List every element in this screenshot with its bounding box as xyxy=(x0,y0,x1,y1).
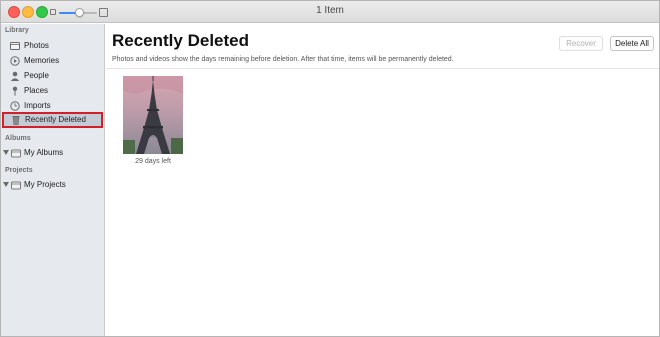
sidebar-item-label: Photos xyxy=(24,41,49,50)
sidebar-item-label: Memories xyxy=(24,56,60,65)
projects-section-header: Projects xyxy=(5,167,33,174)
sidebar-item-places[interactable]: Places xyxy=(1,83,104,99)
recover-button[interactable]: Recover xyxy=(559,36,603,51)
page-title: Recently Deleted xyxy=(112,31,249,50)
photo-thumbnail[interactable] xyxy=(123,76,183,154)
title-bar: 1 Item xyxy=(1,1,659,23)
disclosure-triangle-icon[interactable] xyxy=(3,182,9,187)
disclosure-triangle-icon[interactable] xyxy=(3,150,9,155)
places-icon xyxy=(12,86,18,96)
sidebar-item-label: Places xyxy=(24,86,49,95)
window-title: 1 Item xyxy=(316,5,344,16)
memories-icon xyxy=(10,56,20,66)
sidebar-item-label: My Albums xyxy=(24,148,64,157)
sidebar-item-label: Imports xyxy=(24,101,51,110)
sidebar-item-label: My Projects xyxy=(24,180,66,189)
people-icon xyxy=(10,71,20,81)
sidebar-item-photos[interactable]: Photos xyxy=(1,38,104,54)
main-content: Recently Deleted Recover Delete All Phot… xyxy=(106,24,659,336)
eiffel-tower-photo xyxy=(123,76,183,154)
header-divider xyxy=(106,68,659,69)
imports-icon xyxy=(10,101,20,111)
sidebar-item-memories[interactable]: Memories xyxy=(1,53,104,69)
photos-window: 1 Item Library Photos Memories People Pl… xyxy=(0,0,660,337)
trash-icon xyxy=(12,116,20,125)
sidebar-item-label: People xyxy=(24,71,49,80)
photos-icon xyxy=(10,42,20,50)
page-description: Photos and videos show the days remainin… xyxy=(112,56,454,63)
sidebar-item-people[interactable]: People xyxy=(1,68,104,84)
folder-icon xyxy=(11,181,21,190)
albums-section-header: Albums xyxy=(5,135,31,142)
days-left-caption: 29 days left xyxy=(135,158,171,165)
sidebar-item-label: Recently Deleted xyxy=(25,115,86,124)
folder-icon xyxy=(11,149,21,158)
library-section-header: Library xyxy=(5,27,29,34)
sidebar-item-recently-deleted[interactable]: Recently Deleted xyxy=(2,112,103,128)
sidebar-item-my-projects[interactable]: My Projects xyxy=(1,177,104,193)
sidebar-item-my-albums[interactable]: My Albums xyxy=(1,145,104,161)
sidebar: Library Photos Memories People Places Im… xyxy=(1,24,105,336)
delete-all-button[interactable]: Delete All xyxy=(610,36,654,51)
